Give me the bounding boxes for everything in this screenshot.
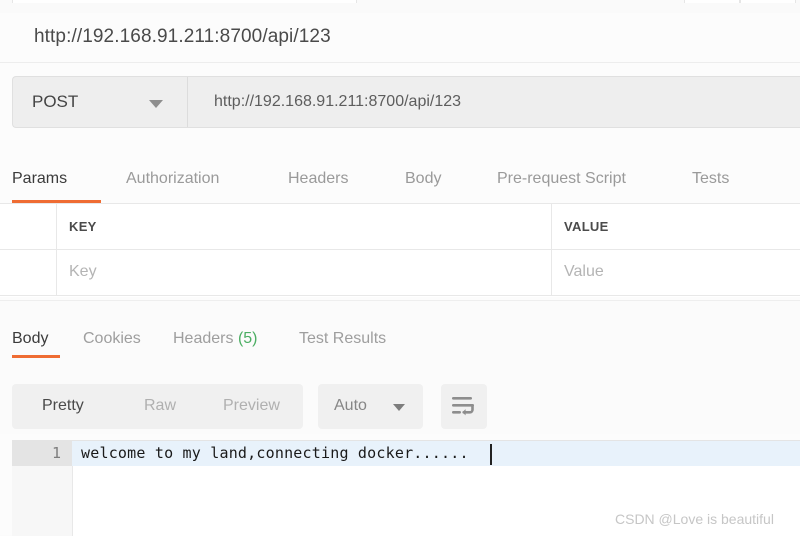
tab-response-test-results[interactable]: Test Results	[299, 330, 386, 348]
tab-pre-request-script[interactable]: Pre-request Script	[497, 170, 626, 202]
tab-authorization[interactable]: Authorization	[126, 170, 219, 202]
tab-params[interactable]: Params	[12, 170, 67, 202]
chevron-down-icon	[393, 404, 405, 411]
response-body-line: welcome to my land,connecting docker....…	[81, 444, 469, 462]
postman-window: http://192.168.91.211:8700/api/123 POST …	[0, 0, 800, 536]
chevron-down-icon	[149, 100, 163, 108]
params-table: KEY VALUE Key Value	[0, 203, 800, 297]
table-header-row: KEY VALUE	[0, 204, 800, 250]
request-tab-partial[interactable]	[684, 0, 740, 3]
line-number: 1	[51, 444, 61, 462]
row-checkbox-cell[interactable]	[0, 250, 57, 296]
view-raw-button[interactable]: Raw	[144, 397, 176, 415]
table-header-cell-check	[0, 204, 57, 250]
tab-response-cookies[interactable]: Cookies	[83, 330, 141, 348]
watermark: CSDN @Love is beautiful	[615, 511, 774, 527]
request-tab-partial[interactable]	[12, 0, 357, 3]
word-wrap-icon	[452, 397, 474, 416]
http-method-label: POST	[32, 92, 79, 111]
active-line-gutter-highlight	[12, 441, 72, 466]
url-input[interactable]: http://192.168.91.211:8700/api/123	[188, 76, 800, 128]
word-wrap-toggle-button[interactable]	[441, 384, 487, 429]
table-header-cell-key: KEY	[57, 204, 552, 250]
tab-body[interactable]: Body	[405, 170, 441, 202]
response-toolbar: Pretty Raw Preview Auto	[0, 362, 800, 434]
active-response-tab-indicator	[12, 355, 60, 358]
response-tabs: Body Cookies Headers (5) Test Results	[0, 300, 800, 363]
http-method-select[interactable]: POST	[12, 76, 188, 128]
column-header-key: KEY	[69, 219, 97, 234]
url-bar: POST http://192.168.91.211:8700/api/123	[12, 76, 800, 128]
table-header-cell-value: VALUE	[552, 204, 800, 250]
tab-response-headers-label: Headers	[173, 330, 234, 347]
response-format-value: Auto	[334, 397, 367, 414]
headers-count-badge: (5)	[237, 330, 258, 347]
window-tab-strip	[0, 0, 800, 14]
view-preview-button[interactable]: Preview	[223, 397, 280, 415]
column-header-value: VALUE	[564, 219, 609, 234]
param-key-placeholder: Key	[69, 263, 97, 280]
line-number-gutter: 1	[12, 441, 73, 536]
param-key-input[interactable]: Key	[57, 250, 552, 296]
view-pretty-button[interactable]: Pretty	[42, 397, 84, 415]
param-value-input[interactable]: Value	[552, 250, 800, 296]
text-cursor	[490, 444, 492, 465]
request-tab-partial[interactable]	[740, 0, 796, 3]
tab-tests[interactable]: Tests	[692, 170, 729, 202]
tab-headers[interactable]: Headers	[288, 170, 348, 202]
response-view-segmented-control: Pretty Raw Preview	[12, 384, 303, 429]
table-row: Key Value	[0, 250, 800, 296]
response-format-select[interactable]: Auto	[318, 384, 423, 429]
tab-response-body[interactable]: Body	[12, 330, 48, 348]
url-input-value: http://192.168.91.211:8700/api/123	[214, 93, 462, 110]
request-title-row: http://192.168.91.211:8700/api/123	[0, 13, 800, 63]
request-tabs: Params Authorization Headers Body Pre-re…	[0, 160, 800, 208]
param-value-placeholder: Value	[564, 263, 604, 280]
page-title: http://192.168.91.211:8700/api/123	[34, 26, 331, 47]
tab-response-headers[interactable]: Headers (5)	[173, 330, 258, 348]
